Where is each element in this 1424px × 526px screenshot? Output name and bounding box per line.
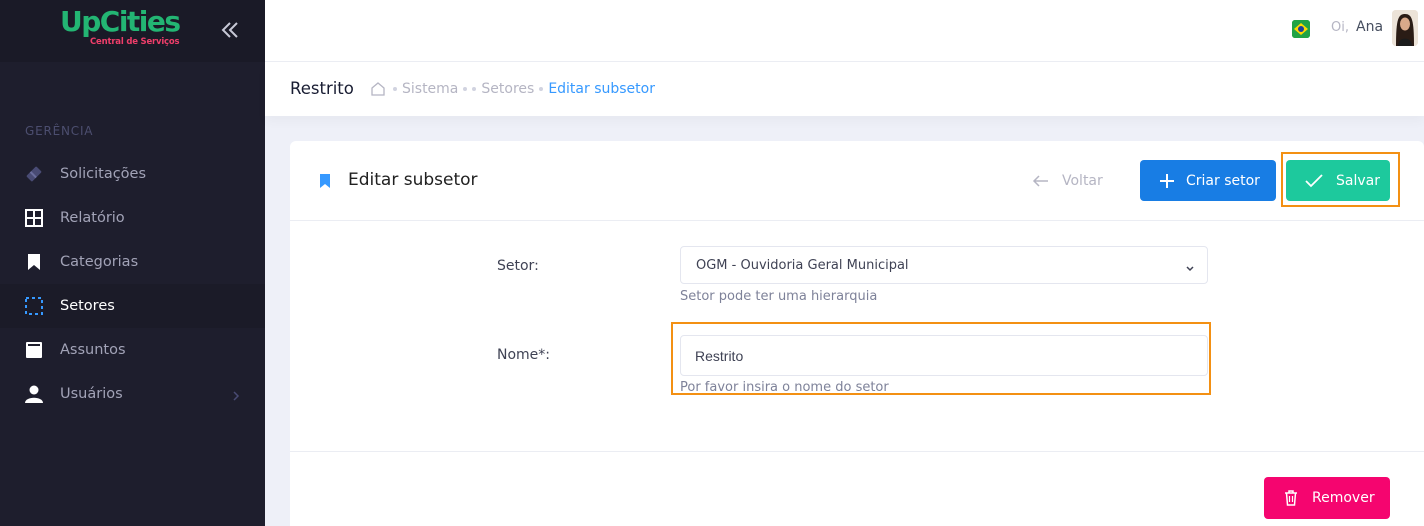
chevron-down-icon: [1185, 259, 1195, 278]
brand-area: UpCities Central de Serviços: [0, 0, 265, 62]
breadcrumb-separator: [463, 87, 468, 91]
card-footer-divider: [290, 451, 1424, 452]
check-icon: [1305, 173, 1323, 187]
sidebar-item-solicitacoes[interactable]: Solicitações: [0, 152, 265, 196]
edit-subsector-card: Editar subsetor Voltar Criar setor Salva…: [290, 141, 1424, 526]
setor-label: Setor:: [497, 258, 539, 274]
card-title: Editar subsetor: [348, 170, 478, 190]
sidebar-collapse-icon[interactable]: [218, 18, 242, 42]
avatar[interactable]: [1392, 10, 1418, 46]
bookmark-icon: [319, 173, 331, 193]
page-title: Restrito: [290, 79, 354, 98]
setor-select[interactable]: OGM - Ouvidoria Geral Municipal: [680, 246, 1208, 284]
logo-tagline: Central de Serviços: [90, 37, 180, 47]
user-icon: [24, 384, 44, 404]
sidebar-item-label: Categorias: [60, 254, 139, 270]
breadcrumb: Sistema Setores Editar subsetor: [388, 81, 655, 97]
sidebar-item-label: Assuntos: [60, 342, 126, 358]
breadcrumb-separator: [393, 87, 397, 91]
user-name[interactable]: Ana: [1356, 19, 1383, 35]
grid-icon: [24, 208, 44, 228]
save-button-label: Salvar: [1336, 172, 1380, 189]
create-sector-label: Criar setor: [1186, 172, 1260, 189]
plus-icon: [1160, 173, 1174, 188]
sidebar-item-assuntos[interactable]: Assuntos: [0, 328, 265, 372]
back-button-label: Voltar: [1062, 173, 1103, 189]
back-button[interactable]: Voltar: [1032, 160, 1132, 202]
sidebar-item-categorias[interactable]: Categorias: [0, 240, 265, 284]
logo[interactable]: UpCities Central de Serviços: [60, 5, 181, 48]
logo-name: UpCities: [60, 5, 181, 38]
chevron-right-icon: [232, 387, 240, 406]
sidebar-item-label: Setores: [60, 298, 115, 314]
setor-select-value: OGM - Ouvidoria Geral Municipal: [696, 258, 909, 273]
sidebar: UpCities Central de Serviços GERÊNCIA So…: [0, 0, 265, 526]
ticket-icon: [24, 164, 44, 184]
top-header: Oi, Ana: [265, 0, 1424, 62]
home-icon[interactable]: [370, 81, 386, 100]
remove-button-label: Remover: [1312, 490, 1375, 506]
trash-icon: [1285, 490, 1297, 506]
greeting: Oi,: [1331, 20, 1349, 35]
remove-button[interactable]: Remover: [1264, 477, 1390, 519]
breadcrumb-separator: [539, 87, 544, 91]
sidebar-item-relatorio[interactable]: Relatório: [0, 196, 265, 240]
nome-input[interactable]: [680, 335, 1208, 376]
book-icon: [24, 340, 44, 360]
sidebar-item-label: Relatório: [60, 210, 125, 226]
breadcrumb-item[interactable]: Sistema: [402, 81, 458, 97]
subheader: Restrito Sistema Setores Editar subsetor: [265, 62, 1424, 116]
sectors-icon: [24, 296, 44, 316]
arrow-left-icon: [1032, 175, 1048, 187]
save-button[interactable]: Salvar: [1286, 160, 1390, 201]
sidebar-item-label: Usuários: [60, 386, 123, 402]
breadcrumb-current: Editar subsetor: [548, 81, 655, 97]
breadcrumb-item[interactable]: Setores: [481, 81, 534, 97]
sidebar-item-setores[interactable]: Setores: [0, 284, 265, 328]
setor-hint: Setor pode ter uma hierarquia: [680, 289, 878, 304]
sidebar-section-label: GERÊNCIA: [25, 124, 94, 138]
sidebar-item-usuarios[interactable]: Usuários: [0, 372, 265, 416]
create-sector-button[interactable]: Criar setor: [1140, 160, 1276, 201]
brazil-flag-icon[interactable]: [1292, 20, 1310, 38]
nome-hint: Por favor insira o nome do setor: [680, 380, 889, 395]
sidebar-item-label: Solicitações: [60, 166, 147, 182]
bookmark-icon: [24, 252, 44, 272]
breadcrumb-separator: [472, 87, 477, 91]
nome-label: Nome*:: [497, 347, 551, 363]
card-header: Editar subsetor Voltar Criar setor Salva…: [290, 141, 1424, 221]
